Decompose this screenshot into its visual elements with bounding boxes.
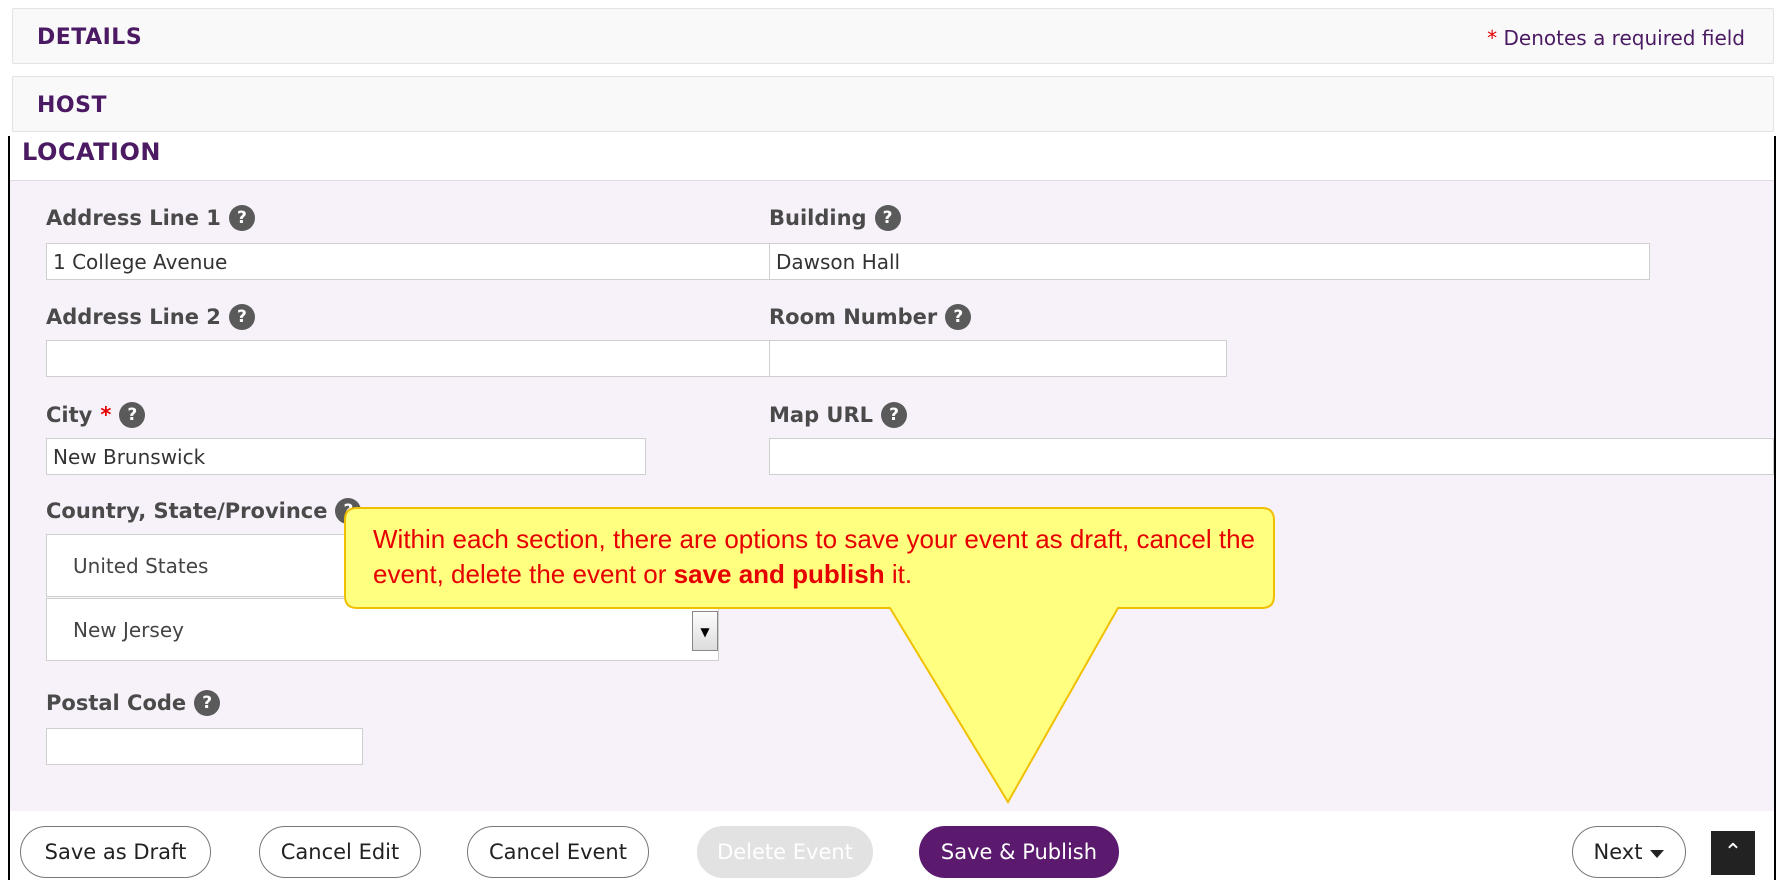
callout-text-bold: save and publish — [673, 559, 885, 589]
callout-text: Within each section, there are options t… — [373, 522, 1255, 592]
callout-text-part-2: it. — [884, 559, 913, 589]
callout-bubble — [344, 507, 1275, 804]
